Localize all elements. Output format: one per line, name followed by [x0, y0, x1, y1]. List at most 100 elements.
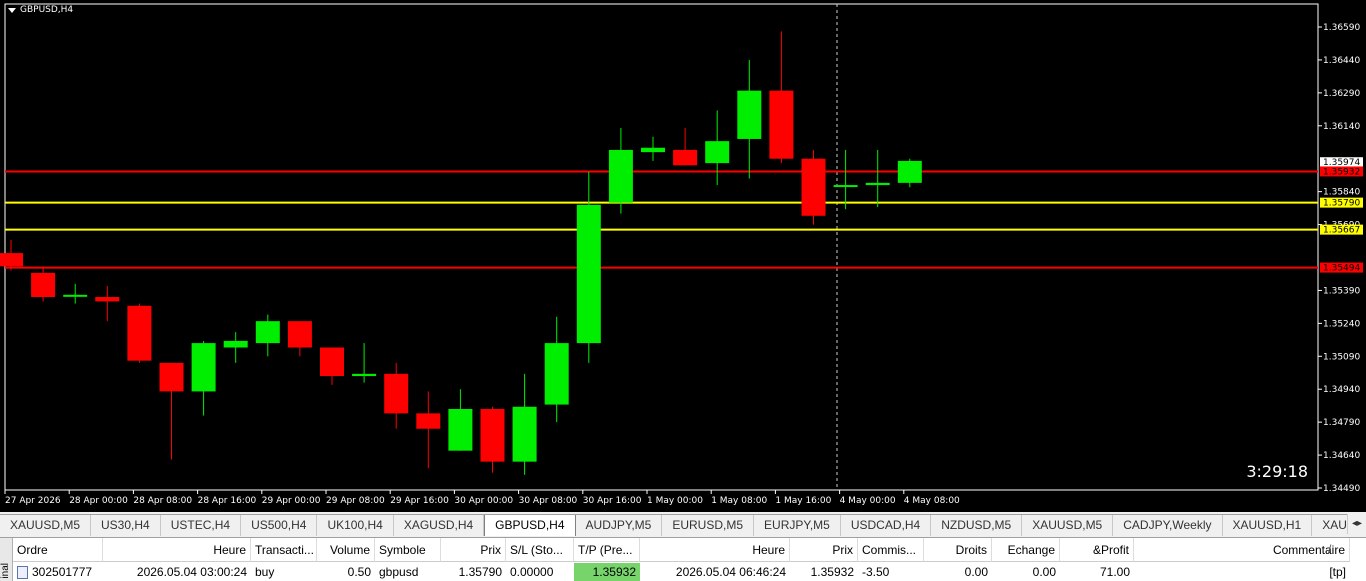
time-axis-label: 30 Apr 08:00 — [519, 496, 578, 506]
column-header-prix-close[interactable]: Prix — [790, 538, 858, 562]
column-header-commission[interactable]: Commis... — [858, 538, 924, 562]
candle-body[interactable] — [865, 182, 890, 186]
dropdown-triangle-icon[interactable] — [8, 7, 16, 13]
time-axis-label: 28 Apr 08:00 — [133, 496, 192, 506]
candle-body[interactable] — [737, 90, 762, 139]
candle-body[interactable] — [544, 343, 569, 405]
chart-tab[interactable]: XAUUSD,H1 — [1223, 515, 1313, 536]
chart-tab[interactable]: US30,H4 — [91, 515, 161, 536]
chart-tab[interactable]: XAGUSD,H4 — [394, 515, 485, 536]
price-axis-label: 1.35240 — [1323, 319, 1360, 329]
candle-body[interactable] — [223, 340, 248, 348]
column-header-heure[interactable]: Heure — [103, 538, 251, 562]
chart-tab[interactable]: NZDUSD,M5 — [931, 515, 1023, 536]
time-axis-label: 30 Apr 16:00 — [583, 496, 642, 506]
candle-body[interactable] — [0, 253, 23, 267]
column-header-prix[interactable]: Prix — [441, 538, 506, 562]
column-header-commentaire[interactable]: Commentaire — [1134, 538, 1350, 562]
chart-tab[interactable]: XAUUSD,M5 — [1022, 515, 1114, 536]
level-price-label: 1.35932 — [1323, 167, 1360, 177]
cell-sl: 0.00000 — [510, 565, 554, 579]
candle-body[interactable] — [352, 373, 377, 377]
price-axis-label: 1.34490 — [1323, 484, 1360, 494]
candle-body[interactable] — [384, 373, 409, 414]
column-header-symbole[interactable]: Symbole — [375, 538, 441, 562]
level-price-label: 1.35494 — [1323, 264, 1360, 274]
chart-tab[interactable]: CADJPY,Weekly — [1113, 515, 1223, 536]
chart-tab[interactable]: UK100,H4 — [317, 515, 394, 536]
order-id: 302501777 — [32, 565, 93, 579]
candle-body[interactable] — [416, 413, 441, 429]
candle-body[interactable] — [512, 406, 537, 462]
column-header-ordre[interactable]: Ordre — [13, 538, 103, 562]
column-header-tp[interactable]: T/P (Pre... — [574, 538, 640, 562]
price-axis-label: 1.36440 — [1323, 56, 1360, 66]
chart-tab[interactable]: US500,H4 — [241, 515, 318, 536]
candle-body[interactable] — [480, 408, 505, 462]
chart-tabs-bar: XAUUSD,M5 US30,H4 USTEC,H4 US500,H4 UK100,H4… — [0, 514, 1366, 536]
price-axis-label: 1.36290 — [1323, 89, 1360, 99]
price-axis-label: 1.34640 — [1323, 451, 1360, 461]
candle-body[interactable] — [608, 149, 633, 203]
chart-tab[interactable]: EURJPY,M5 — [754, 515, 841, 536]
price-axis-label: 1.34790 — [1323, 418, 1360, 428]
sort-indicator-icon[interactable]: / — [1328, 542, 1331, 556]
chart-tab[interactable]: XAUUSD,M5 — [0, 515, 92, 536]
price-axis-label: 1.36140 — [1323, 122, 1360, 132]
time-axis-label: 1 May 16:00 — [775, 496, 831, 506]
candle-body[interactable] — [897, 160, 922, 183]
candle-body[interactable] — [31, 272, 56, 298]
candle-body[interactable] — [320, 347, 344, 377]
column-header-echange[interactable]: Echange — [992, 538, 1060, 562]
cell-volume: 0.50 — [347, 565, 371, 579]
candle-body[interactable] — [255, 321, 280, 344]
level-price-label: 1.35790 — [1323, 199, 1360, 209]
time-axis-label: 29 Apr 00:00 — [262, 496, 321, 506]
time-axis-label: 29 Apr 08:00 — [326, 496, 385, 506]
cell-transaction: buy — [255, 565, 275, 579]
cell-prix: 1.35790 — [458, 565, 502, 579]
column-header-sl[interactable]: S/L (Sto... — [506, 538, 574, 562]
chart-symbol-menu[interactable]: GBPUSD,H4 — [8, 5, 73, 15]
chart-tab[interactable]: AUDJPY,M5 — [576, 515, 663, 536]
cell-heure-close: 2026.05.04 06:46:24 — [675, 565, 786, 579]
candle-body[interactable] — [63, 294, 88, 297]
cell-echange: 0.00 — [1032, 565, 1056, 579]
cell-commentaire: [tp] — [1329, 565, 1346, 579]
bar-countdown: 3:29:18 — [1246, 462, 1308, 481]
column-header-transaction[interactable]: Transacti... — [251, 538, 317, 562]
chart-symbol-label: GBPUSD,H4 — [20, 5, 74, 15]
candle-body[interactable] — [673, 149, 698, 166]
price-axis-label: 1.36590 — [1323, 23, 1360, 33]
terminal-side-title: inal — [0, 538, 13, 581]
cell-heure: 2026.05.04 03:00:24 — [136, 565, 247, 579]
cell-profit: 71.00 — [1099, 565, 1130, 579]
column-header-heure-close[interactable]: Heure — [640, 538, 790, 562]
candle-body[interactable] — [95, 297, 120, 302]
chart-tab[interactable]: GBPUSD,H4 — [484, 515, 576, 536]
chart-tab[interactable]: EURUSD,M5 — [662, 515, 755, 536]
candle-body[interactable] — [191, 343, 216, 392]
column-header-volume[interactable]: Volume — [317, 538, 375, 562]
candle-body[interactable] — [641, 147, 665, 153]
column-header-profit[interactable]: &Profit — [1060, 538, 1134, 562]
candle-body[interactable] — [705, 141, 730, 164]
candle-body[interactable] — [769, 90, 794, 159]
chart-tab[interactable]: USTEC,H4 — [161, 515, 242, 536]
candle-body[interactable] — [159, 362, 184, 392]
cell-droits: 0.00 — [964, 565, 988, 579]
candle-body[interactable] — [576, 204, 601, 344]
candle-body[interactable] — [833, 185, 858, 188]
cell-ordre: 302501777 — [13, 563, 103, 581]
candle-body[interactable] — [127, 305, 152, 361]
candlestick-chart[interactable]: 1.36590 1.36440 1.36290 1.36140 1.35840 1.356… — [0, 0, 1366, 512]
chart-window[interactable]: 1.36590 1.36440 1.36290 1.36140 1.35840 1.356… — [0, 0, 1366, 512]
price-axis-label: 1.35390 — [1323, 286, 1360, 296]
tab-scroll-arrows-icon[interactable]: ◂▸ — [1347, 514, 1366, 534]
price-axis-label: 1.34940 — [1323, 385, 1360, 395]
candle-body[interactable] — [287, 321, 312, 348]
column-header-droits[interactable]: Droits — [924, 538, 992, 562]
chart-tab[interactable]: USDCAD,H4 — [841, 515, 932, 536]
candle-body[interactable] — [801, 158, 826, 216]
candle-body[interactable] — [448, 408, 473, 451]
